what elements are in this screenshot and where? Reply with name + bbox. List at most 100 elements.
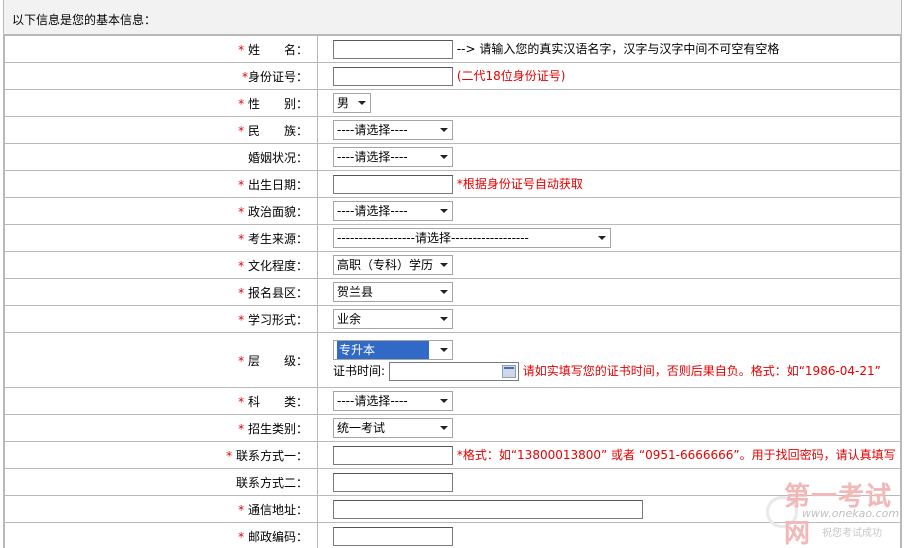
name-hint: --> 请输入您的真实汉语名字，汉字与汉字中间不可空有空格 (456, 41, 780, 56)
cert-date-input[interactable] (388, 362, 519, 381)
address-input[interactable] (333, 499, 643, 519)
form-row-birthdate: * 出生日期： *根据身份证号自动获取 (4, 170, 901, 198)
name-label-cell: * 姓 名： (4, 35, 318, 63)
gender-select-value: 男 (337, 96, 350, 110)
chevron-down-icon[interactable] (440, 399, 448, 403)
education-label: 文化程度： (247, 258, 308, 273)
required-mark: * (238, 421, 245, 436)
required-mark: * (238, 529, 245, 544)
form-row-gender: * 性 别： 男 (4, 89, 901, 117)
gender-select[interactable]: 男 (333, 93, 371, 113)
calendar-icon[interactable] (501, 365, 516, 378)
level-select-value: 专升本 (337, 340, 429, 359)
marital-select[interactable]: ----请选择---- (333, 147, 453, 167)
level-label-cell: * 层 级： (4, 332, 318, 388)
form-row-political: * 政治面貌： ----请选择---- (4, 197, 901, 225)
form-row-source: * 考生来源： ------------------请选择------------… (4, 224, 901, 252)
level-select-line: 专升本 (333, 338, 900, 360)
form-row-study_mode: * 学习形式： 业余 (4, 305, 901, 333)
education-select-value: 高职（专科）学历 (337, 258, 434, 272)
political-label: 政治面貌： (247, 204, 308, 219)
ethnic-label: 民 族： (247, 123, 308, 138)
required-mark: * (238, 502, 245, 517)
chevron-down-icon[interactable] (440, 209, 448, 213)
required-mark: * (238, 231, 245, 246)
contact1-input[interactable] (333, 445, 453, 465)
county-select[interactable]: 贺兰县 (333, 282, 453, 302)
source-select[interactable]: ------------------请选择------------------ (333, 228, 611, 248)
name-input[interactable] (333, 39, 453, 59)
contact2-input[interactable] (333, 472, 453, 492)
subject-select-value: ----请选择---- (337, 394, 408, 408)
birthdate-input[interactable] (333, 174, 453, 194)
watermark-url: www.onekao.com (802, 507, 900, 520)
chevron-down-icon[interactable] (440, 263, 448, 267)
form-row-subject: * 科 类： ----请选择---- (4, 387, 901, 415)
contact1-label: 联系方式一： (235, 448, 308, 463)
marital-field-cell: ----请选择---- (317, 143, 901, 171)
county-label-cell: * 报名县区： (4, 278, 318, 306)
required-mark: * (238, 285, 245, 300)
idcard-input[interactable] (333, 66, 453, 86)
county-select-value: 贺兰县 (337, 285, 374, 299)
enroll_type-select[interactable]: 统一考试 (333, 418, 453, 438)
study_mode-select[interactable]: 业余 (333, 309, 453, 329)
address-label-cell: * 通信地址： (4, 495, 318, 523)
level-select[interactable]: 专升本 (333, 339, 453, 360)
source-label-cell: * 考生来源： (4, 224, 318, 252)
political-label-cell: * 政治面貌： (4, 197, 318, 225)
contact1-label-cell: * 联系方式一： (4, 441, 318, 469)
subject-select[interactable]: ----请选择---- (333, 391, 453, 411)
study_mode-select-value: 业余 (337, 312, 362, 326)
chevron-down-icon[interactable] (440, 128, 448, 132)
level-label: 层 级： (247, 353, 308, 368)
postcode-label: 邮政编码： (247, 529, 308, 544)
chevron-down-icon[interactable] (440, 347, 448, 352)
idcard-hint: (二代18位身份证号) (456, 68, 566, 83)
section-header: 以下信息是您的基本信息： (4, 0, 901, 35)
level-field-cell: 专升本证书时间: 请如实填写您的证书时间，否则后果自负。格式：如“1986-04… (317, 332, 901, 388)
marital-label: 婚姻状况： (247, 150, 308, 165)
idcard-field-cell: (二代18位身份证号) (317, 62, 901, 90)
required-mark: * (238, 394, 245, 409)
birthdate-hint: *根据身份证号自动获取 (456, 176, 583, 191)
chevron-down-icon[interactable] (440, 155, 448, 159)
form-row-enroll_type: * 招生类别： 统一考试 (4, 414, 901, 442)
birthdate-label: 出生日期： (247, 177, 308, 192)
postcode-input[interactable] (333, 526, 453, 546)
required-mark: * (238, 204, 245, 219)
subject-label: 科 类： (247, 394, 308, 409)
required-mark: * (238, 96, 245, 111)
county-field-cell: 贺兰县 (317, 278, 901, 306)
source-label: 考生来源： (247, 231, 308, 246)
enroll_type-field-cell: 统一考试 (317, 414, 901, 442)
education-field-cell: 高职（专科）学历 (317, 251, 901, 279)
ethnic-select[interactable]: ----请选择---- (333, 120, 453, 140)
postcode-label-cell: * 邮政编码： (4, 522, 318, 548)
chevron-down-icon[interactable] (440, 317, 448, 321)
political-select[interactable]: ----请选择---- (333, 201, 453, 221)
required-mark: * (238, 42, 245, 57)
form-row-ethnic: * 民 族： ----请选择---- (4, 116, 901, 144)
required-mark: * (238, 312, 245, 327)
chevron-down-icon[interactable] (440, 426, 448, 430)
name-label: 姓 名： (247, 42, 308, 57)
level-hint: 请如实填写您的证书时间，否则后果自负。格式：如“1986-04-21” (522, 364, 881, 378)
form-row-idcard: *身份证号： (二代18位身份证号) (4, 62, 901, 90)
required-mark: * (238, 258, 245, 273)
contact1-hint: *格式：如“13800013800” 或者 “0951-6666666”。用于找… (456, 447, 896, 462)
idcard-label-cell: *身份证号： (4, 62, 318, 90)
chevron-down-icon[interactable] (440, 290, 448, 294)
marital-select-value: ----请选择---- (337, 150, 408, 164)
cert-date-label: 证书时间: (333, 364, 386, 378)
county-label: 报名县区： (247, 285, 308, 300)
idcard-label: 身份证号： (247, 69, 308, 84)
chevron-down-icon[interactable] (598, 236, 606, 240)
education-select[interactable]: 高职（专科）学历 (333, 255, 453, 275)
birthdate-field-cell: *根据身份证号自动获取 (317, 170, 901, 198)
chevron-down-icon[interactable] (358, 101, 366, 105)
enroll_type-label-cell: * 招生类别： (4, 414, 318, 442)
ethnic-select-value: ----请选择---- (337, 123, 408, 137)
study_mode-label-cell: * 学习形式： (4, 305, 318, 333)
form-row-marital: 婚姻状况： ----请选择---- (4, 143, 901, 171)
